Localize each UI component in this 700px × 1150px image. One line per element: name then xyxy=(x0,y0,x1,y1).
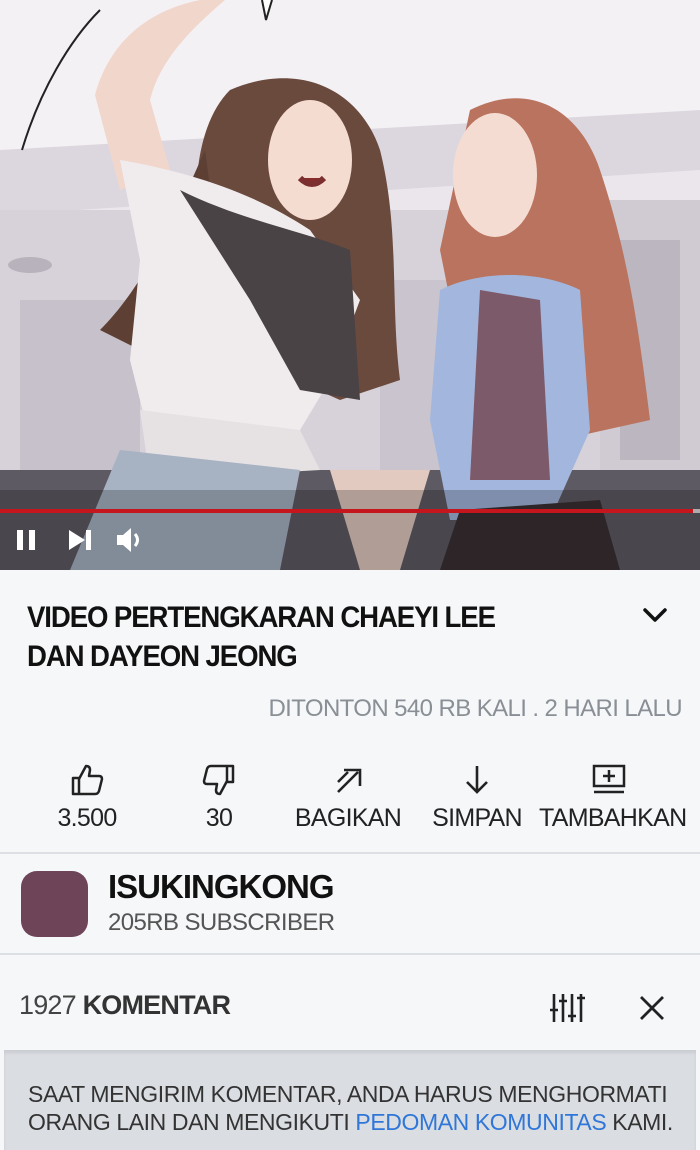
save-button[interactable]: SIMPAN xyxy=(407,760,547,833)
next-button[interactable] xyxy=(64,524,96,556)
dislike-count: 30 xyxy=(205,804,233,832)
save-icon xyxy=(407,760,547,800)
filter-sliders-icon xyxy=(548,994,586,1030)
add-label: TAMBAHKAN xyxy=(539,804,687,832)
comment-notice: SAAT MENGIRIM KOMENTAR, ANDA HARUS MENGH… xyxy=(4,1050,696,1150)
thumbs-up-icon xyxy=(17,760,157,800)
action-bar: 3.500 30 BAGIKAN SIMPAN TAMBAHKAN xyxy=(0,760,700,840)
add-to-playlist-icon xyxy=(539,760,679,800)
volume-icon xyxy=(115,527,145,553)
channel-name[interactable]: ISUKINGKONG xyxy=(108,868,335,906)
share-icon xyxy=(278,760,418,800)
community-guidelines-link[interactable]: PEDOMAN KOMUNITAS xyxy=(355,1109,606,1135)
close-button[interactable] xyxy=(634,990,670,1026)
share-label: BAGIKAN xyxy=(294,804,402,832)
subscriber-count: 205RB SUBSCRIBER xyxy=(108,909,335,936)
pause-button[interactable] xyxy=(10,524,42,556)
video-player[interactable] xyxy=(0,0,700,570)
divider xyxy=(0,852,700,854)
notice-text-after: KAMI. xyxy=(606,1109,673,1135)
video-title: VIDEO PERTENGKARAN CHAEYI LEE DAN DAYEON… xyxy=(27,601,496,673)
divider xyxy=(0,953,700,955)
save-label: SIMPAN xyxy=(432,804,522,832)
next-icon xyxy=(67,529,93,551)
view-count: DITONTON 540 RB KALI . 2 HARI LALU xyxy=(268,695,682,722)
share-button[interactable]: BAGIKAN xyxy=(278,760,418,833)
expand-button[interactable] xyxy=(637,598,673,634)
comments-label: KOMENTAR xyxy=(82,990,231,1020)
comments-header: 1927 KOMENTAR xyxy=(19,990,231,1021)
thumbs-down-icon xyxy=(149,760,289,800)
volume-button[interactable] xyxy=(114,524,146,556)
like-button[interactable]: 3.500 xyxy=(17,760,157,833)
dislike-button[interactable]: 30 xyxy=(149,760,289,833)
progress-bar[interactable] xyxy=(0,509,700,513)
filter-button[interactable] xyxy=(548,990,586,1026)
pause-icon xyxy=(14,528,38,552)
close-icon xyxy=(634,996,670,1030)
comment-count: 1927 xyxy=(19,990,77,1020)
add-to-playlist-button[interactable]: TAMBAHKAN xyxy=(539,760,687,833)
video-frame xyxy=(0,0,700,570)
notice-text: SAAT MENGIRIM KOMENTAR, ANDA HARUS MENGH… xyxy=(28,1080,688,1136)
like-count: 3.500 xyxy=(57,804,117,832)
progress-fill xyxy=(0,509,693,513)
channel-avatar[interactable] xyxy=(21,871,88,937)
chevron-down-icon xyxy=(637,608,673,638)
